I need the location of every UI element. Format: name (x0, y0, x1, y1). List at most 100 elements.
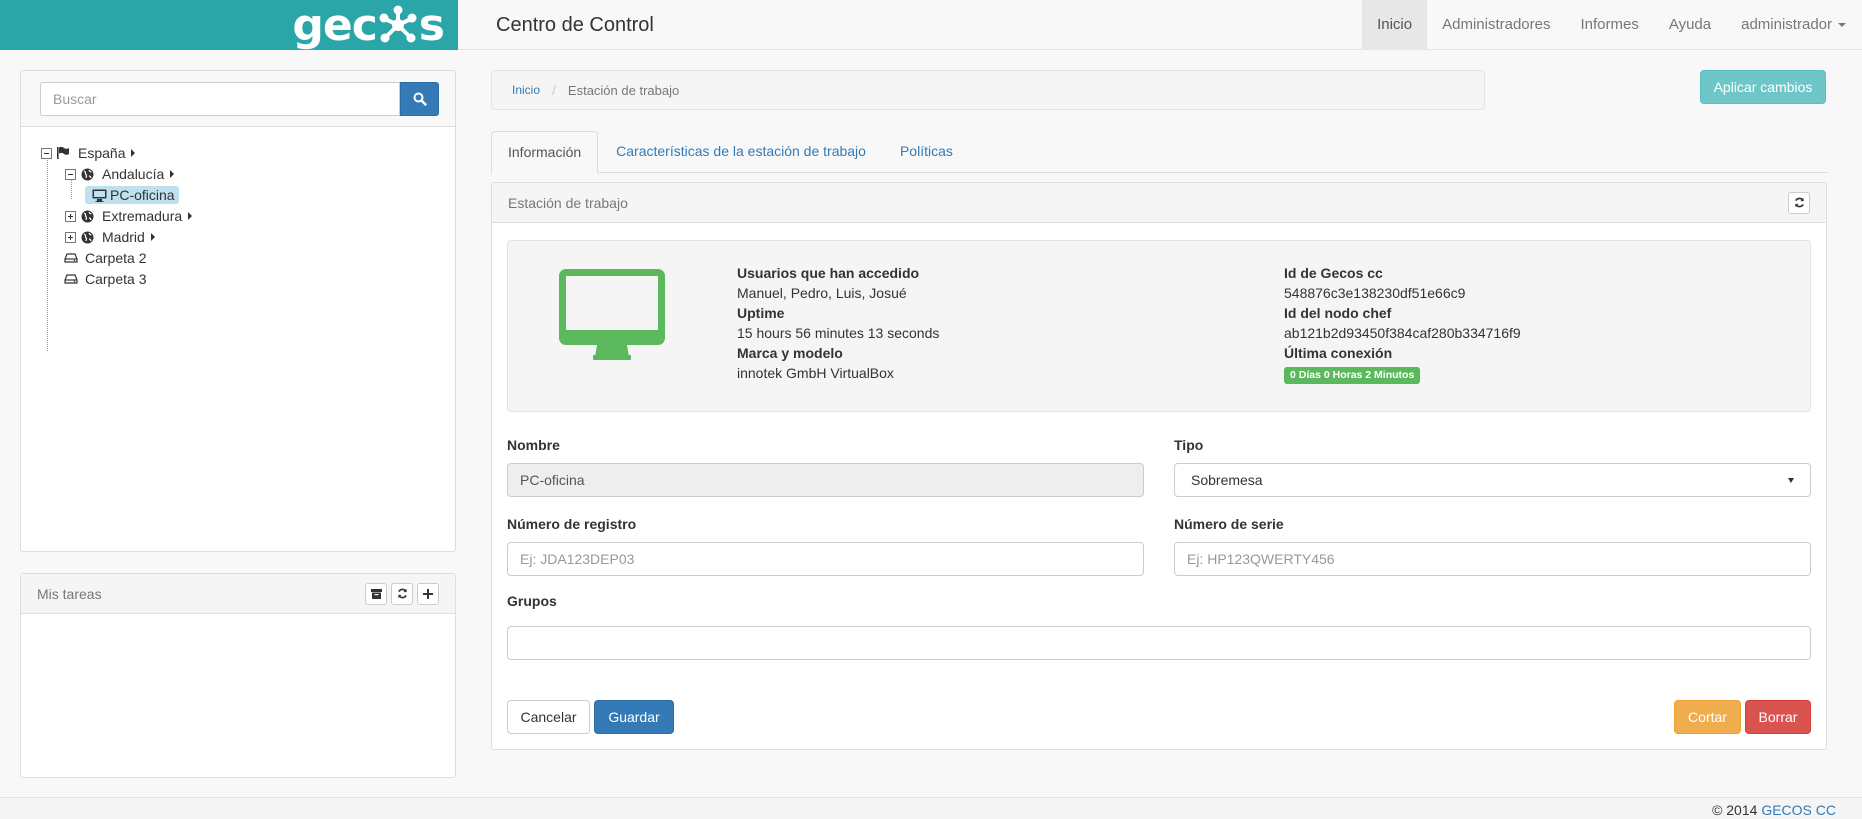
tree-item-madrid[interactable]: Madrid (65, 227, 155, 247)
flag-icon (55, 145, 71, 161)
model-value: innotek GmbH VirtualBox (737, 365, 894, 381)
apply-changes-button[interactable]: Aplicar cambios (1700, 70, 1826, 104)
collapse-icon[interactable] (41, 147, 52, 159)
gecos-id-value: 548876c3e138230df51e66c9 (1284, 285, 1466, 301)
groups-field[interactable] (507, 626, 1811, 660)
expand-icon[interactable] (65, 210, 76, 222)
tab-bar: Información Características de la estaci… (491, 131, 1827, 174)
tree-item-label: España (78, 145, 126, 161)
archive-icon (370, 588, 382, 599)
workstation-panel: Estación de trabajo Usuarios que han acc… (491, 182, 1827, 750)
search-icon (413, 92, 427, 106)
search-button[interactable] (400, 82, 439, 116)
tasks-toolbar (365, 582, 439, 605)
tab-informacion[interactable]: Información (491, 131, 599, 174)
tree-item-carpeta-2[interactable]: Carpeta 2 (63, 248, 150, 268)
tree-item-label: Andalucía (102, 166, 165, 182)
gecos-logo[interactable]: gec s (292, 0, 445, 51)
nav-administradores[interactable]: Administradores (1427, 0, 1565, 50)
type-label: Tipo (1174, 437, 1204, 453)
nav-user-menu[interactable]: administrador (1726, 0, 1862, 50)
registry-label: Número de registro (507, 516, 637, 532)
nav-ayuda[interactable]: Ayuda (1654, 0, 1726, 50)
tasks-header: Mis tareas (21, 574, 455, 614)
app-title: Centro de Control (496, 14, 654, 36)
refresh-icon (397, 588, 407, 599)
search-input[interactable] (40, 82, 400, 116)
archive-button[interactable] (365, 582, 387, 605)
uptime-value: 15 hours 56 minutes 13 seconds (737, 325, 940, 341)
refresh-button[interactable] (1788, 191, 1810, 214)
info-column-right: Id de Gecos cc 548876c3e138230df51e66c9 … (1284, 263, 1521, 384)
add-task-button[interactable] (417, 582, 439, 605)
footer-link[interactable]: GECOS CC (1761, 802, 1836, 818)
name-label: Nombre (507, 437, 560, 453)
copyright-text: © 2014 (1712, 802, 1758, 818)
top-navbar: gec s Centro de Control Inicio Administr… (0, 0, 1862, 51)
tree-item-carpeta-3[interactable]: Carpeta 3 (63, 269, 150, 289)
model-label: Marca y modelo (737, 345, 843, 361)
expand-icon[interactable] (65, 231, 76, 243)
main-nav: Inicio Administradores Informes Ayuda ad… (1362, 0, 1862, 50)
search-bar (21, 71, 455, 127)
users-value: Manuel, Pedro, Luis, Josué (737, 285, 907, 301)
tree-item-label: Carpeta 3 (85, 271, 147, 287)
chef-id-value: ab121b2d93450f384caf280b334716f9 (1284, 325, 1521, 341)
globe-icon (79, 229, 95, 245)
tree-item-pc-oficina[interactable]: PC-oficina (85, 185, 179, 205)
user-menu-label: administrador (1741, 16, 1832, 33)
plus-icon (423, 588, 433, 599)
last-connection-badge: 0 Días 0 Horas 2 Minutos (1284, 367, 1421, 384)
tree-item-label: PC-oficina (110, 187, 175, 203)
info-summary: Usuarios que han accedido Manuel, Pedro,… (507, 240, 1811, 412)
chevron-down-icon (1788, 477, 1794, 483)
name-field[interactable] (507, 463, 1144, 497)
chef-id-label: Id del nodo chef (1284, 305, 1392, 321)
gecos-id-label: Id de Gecos cc (1284, 265, 1383, 281)
hdd-icon (63, 271, 79, 287)
breadcrumb-separator: / (552, 82, 556, 98)
collapse-icon[interactable] (65, 168, 76, 180)
tree-item-selected: PC-oficina (85, 186, 179, 204)
uptime-label: Uptime (737, 305, 785, 321)
footer-copyright: © 2014 GECOS CC (1712, 802, 1836, 818)
caret-right-icon[interactable] (150, 233, 155, 241)
nav-informes[interactable]: Informes (1566, 0, 1654, 50)
groups-label: Grupos (507, 593, 557, 609)
breadcrumb-home[interactable]: Inicio (512, 83, 540, 97)
desktop-icon (559, 269, 665, 360)
registry-number-field[interactable] (507, 542, 1144, 576)
caret-right-icon[interactable] (170, 170, 175, 178)
serial-number-field[interactable] (1174, 542, 1811, 576)
nav-inicio[interactable]: Inicio (1362, 0, 1428, 50)
panel-header: Estación de trabajo (492, 183, 1826, 223)
tree-item-label: Extremadura (102, 208, 183, 224)
refresh-tasks-button[interactable] (391, 582, 413, 605)
tree-panel: España Andalucía PC-oficina (20, 70, 456, 552)
tab-caracteristicas[interactable]: Características de la estación de trabaj… (600, 131, 882, 173)
info-column-left: Usuarios que han accedido Manuel, Pedro,… (737, 263, 939, 383)
logo-text: gec (292, 0, 377, 51)
caret-right-icon[interactable] (131, 149, 136, 157)
globe-icon (79, 166, 95, 182)
hdd-icon (63, 250, 79, 266)
tab-politicas[interactable]: Políticas (884, 131, 969, 173)
tree-item-espana[interactable]: España (41, 143, 136, 163)
cancel-button[interactable]: Cancelar (507, 700, 590, 734)
cut-button[interactable]: Cortar (1674, 700, 1741, 734)
brand-bar: gec s (0, 0, 458, 51)
footer: © 2014 GECOS CC (0, 797, 1862, 819)
tree-guide-line (47, 157, 48, 351)
globe-icon (79, 208, 95, 224)
refresh-icon (1794, 197, 1804, 208)
delete-button[interactable]: Borrar (1745, 700, 1811, 734)
type-select[interactable]: Sobremesa (1174, 463, 1811, 497)
tree-item-label: Madrid (102, 229, 145, 245)
caret-right-icon[interactable] (188, 212, 193, 220)
tree-item-extremadura[interactable]: Extremadura (65, 206, 193, 226)
users-label: Usuarios que han accedido (737, 265, 920, 281)
save-button[interactable]: Guardar (594, 700, 674, 734)
tasks-title: Mis tareas (37, 585, 102, 602)
tree-item-andalucia[interactable]: Andalucía (65, 164, 175, 184)
tasks-panel: Mis tareas (20, 573, 456, 778)
